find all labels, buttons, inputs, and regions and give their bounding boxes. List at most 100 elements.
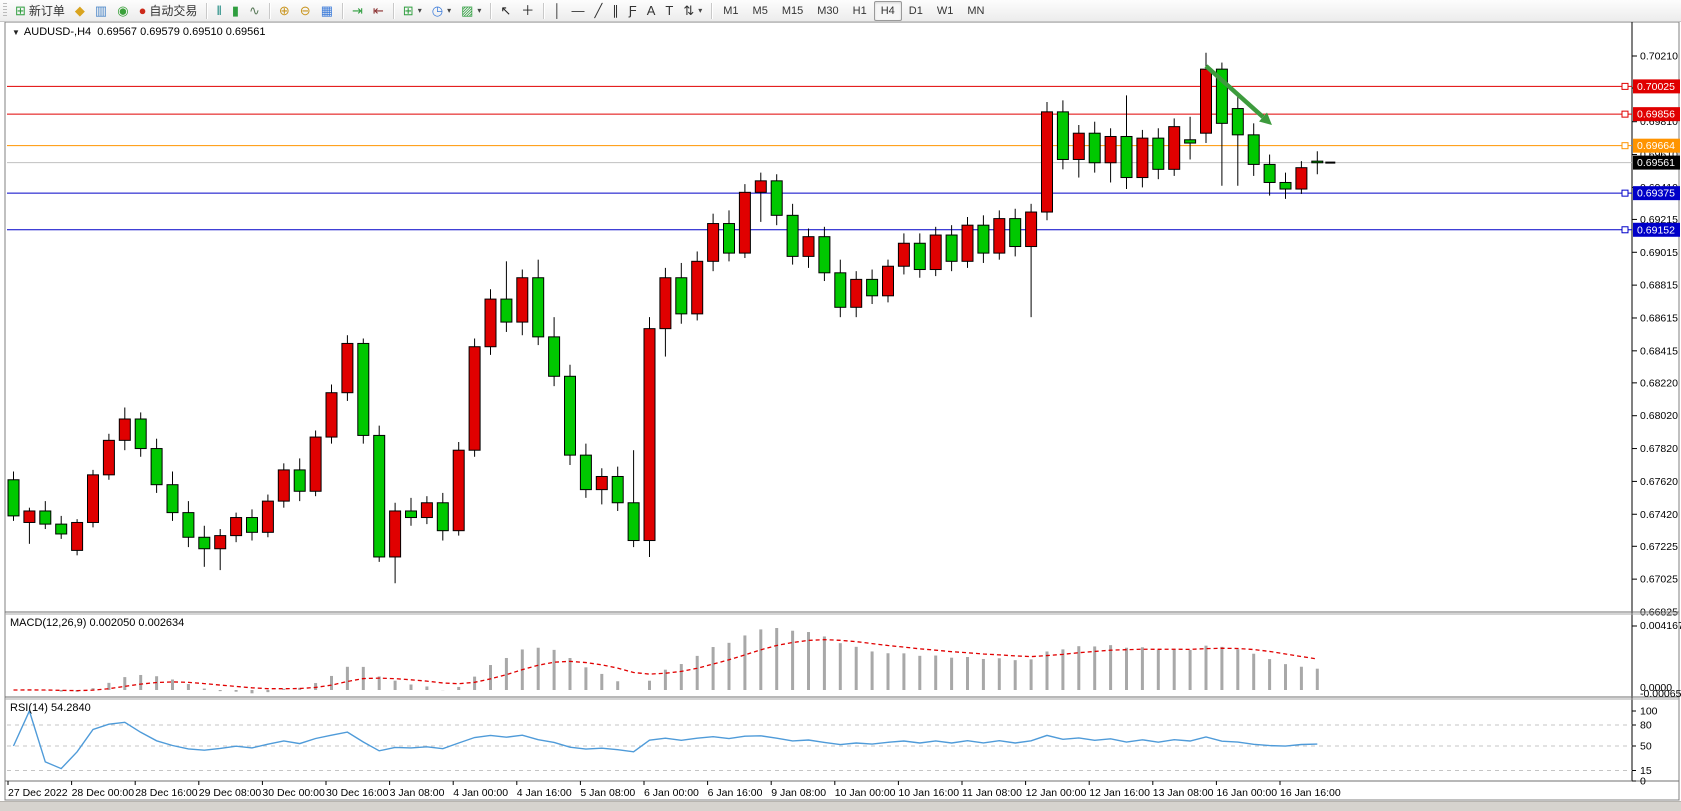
dropdown-caret-icon[interactable]: ▾ (477, 6, 481, 15)
chart-window-border (5, 22, 1679, 800)
macd-axis-label: 0.004167 (1640, 620, 1681, 632)
highlighter-icon-icon: ◆ (75, 4, 85, 17)
candle (374, 435, 385, 557)
text-icon: A (647, 4, 656, 17)
timeframe-button-m5[interactable]: M5 (746, 1, 775, 21)
line-handle-marker[interactable] (1622, 83, 1628, 89)
candle (342, 343, 353, 392)
candle (247, 518, 258, 533)
price-tick-label: 0.68020 (1640, 410, 1678, 422)
candle (1296, 168, 1307, 189)
candle (739, 192, 750, 253)
zoom-out-button[interactable]: ⊖ (295, 0, 316, 21)
chart-canvas[interactable]: 0.702100.700150.698100.696100.694100.692… (0, 0, 1681, 811)
timeframe-button-d1[interactable]: D1 (902, 1, 930, 21)
bar-chart-type-icon: ‖ (216, 4, 221, 17)
candle (1105, 136, 1116, 162)
candlestick-type-button[interactable]: ▮ (227, 0, 244, 21)
highlighter-icon-button[interactable]: ◆ (70, 0, 90, 21)
indicators-button[interactable]: ▨▾ (456, 0, 486, 21)
chart-shift-button[interactable]: ⇤ (368, 0, 389, 21)
candle (1264, 164, 1275, 182)
price-tick-label: 0.68615 (1640, 312, 1678, 324)
candle (262, 501, 273, 532)
line-handle-marker[interactable] (1622, 227, 1628, 233)
candle (72, 522, 83, 550)
horizontal-line-icon: — (571, 4, 584, 17)
candle (930, 235, 941, 269)
autotrading-button[interactable]: ●自动交易 (134, 0, 203, 21)
candle (453, 450, 464, 530)
arrows-objects-icon: ⇅ (683, 4, 694, 17)
horizontal-line-button[interactable]: — (566, 0, 589, 21)
candle (135, 419, 146, 449)
new-order-button[interactable]: ⊞新订单 (10, 0, 70, 21)
time-axis-label: 5 Jan 08:00 (580, 787, 635, 799)
current-price-badge-label: 0.69561 (1637, 157, 1675, 169)
dropdown-caret-icon[interactable]: ▾ (447, 6, 451, 15)
price-tick-label: 0.67225 (1640, 541, 1678, 553)
collapse-chart-button[interactable]: ▼ (12, 28, 20, 37)
candle (755, 181, 766, 192)
rsi-indicator-label: RSI(14) 54.2840 (10, 702, 91, 714)
period-clock-icon: ◷ (432, 4, 443, 17)
new-template-button[interactable]: ⊞▾ (398, 0, 427, 21)
candle (835, 273, 846, 307)
line-handle-marker[interactable] (1622, 143, 1628, 149)
line-chart-type-button[interactable]: ∿ (244, 0, 265, 21)
candle (24, 511, 35, 522)
candle (565, 376, 576, 455)
auto-scroll-button[interactable]: ⇥ (347, 0, 368, 21)
text-button[interactable]: A (642, 0, 661, 21)
candle (469, 347, 480, 450)
line-handle-marker[interactable] (1622, 190, 1628, 196)
line-handle-marker[interactable] (1622, 111, 1628, 117)
time-axis-label: 4 Jan 00:00 (453, 787, 508, 799)
timeframe-button-h4[interactable]: H4 (874, 1, 902, 21)
candle (787, 215, 798, 256)
candle (358, 343, 369, 435)
crosshair-button[interactable]: ＋ (516, 0, 539, 21)
candle (994, 219, 1005, 253)
candle (40, 511, 51, 524)
candle (437, 503, 448, 531)
terminal-window-button[interactable]: ▥ (90, 0, 112, 21)
vertical-line-button[interactable]: │ (548, 0, 566, 21)
price-badge-label: 0.69375 (1637, 188, 1675, 200)
period-clock-button[interactable]: ◷▾ (427, 0, 456, 21)
zoom-in-button[interactable]: ⊕ (274, 0, 295, 21)
candle (596, 476, 607, 489)
timeframe-button-h1[interactable]: H1 (846, 1, 874, 21)
cursor-button[interactable]: ↖ (495, 0, 516, 21)
zoom-out-icon: ⊖ (300, 4, 311, 17)
trendline-button[interactable]: ╱ (589, 0, 607, 21)
time-axis-label: 28 Dec 00:00 (72, 787, 135, 799)
candle (867, 279, 878, 295)
timeframe-button-m30[interactable]: M30 (810, 1, 845, 21)
candle (421, 503, 432, 518)
timeframe-button-m15[interactable]: M15 (775, 1, 810, 21)
timeframe-button-m1[interactable]: M1 (716, 1, 745, 21)
channel-button[interactable]: ∥ (607, 0, 624, 21)
bar-chart-type-button[interactable]: ‖ (211, 0, 226, 21)
fibonacci-button[interactable]: Ƒ (624, 0, 642, 21)
candle (1153, 138, 1164, 169)
time-axis-label: 6 Jan 00:00 (644, 787, 699, 799)
timeframe-button-w1[interactable]: W1 (930, 1, 961, 21)
candle (676, 278, 687, 314)
dropdown-caret-icon[interactable]: ▾ (698, 6, 702, 15)
time-axis-label: 6 Jan 16:00 (708, 787, 763, 799)
signal-icon-button[interactable]: ◉ (112, 0, 133, 21)
candle (167, 485, 178, 513)
text-label-button[interactable]: T (660, 0, 678, 21)
dropdown-caret-icon[interactable]: ▾ (418, 6, 422, 15)
candle (1137, 138, 1148, 177)
price-badge-label: 0.69856 (1637, 109, 1675, 121)
candle (1201, 69, 1212, 133)
candle (1232, 109, 1243, 135)
timeframe-button-mn[interactable]: MN (960, 1, 991, 21)
candle (803, 237, 814, 257)
arrows-objects-button[interactable]: ⇅▾ (678, 0, 707, 21)
candle (1280, 182, 1291, 189)
tile-windows-button[interactable]: ▦ (316, 0, 338, 21)
